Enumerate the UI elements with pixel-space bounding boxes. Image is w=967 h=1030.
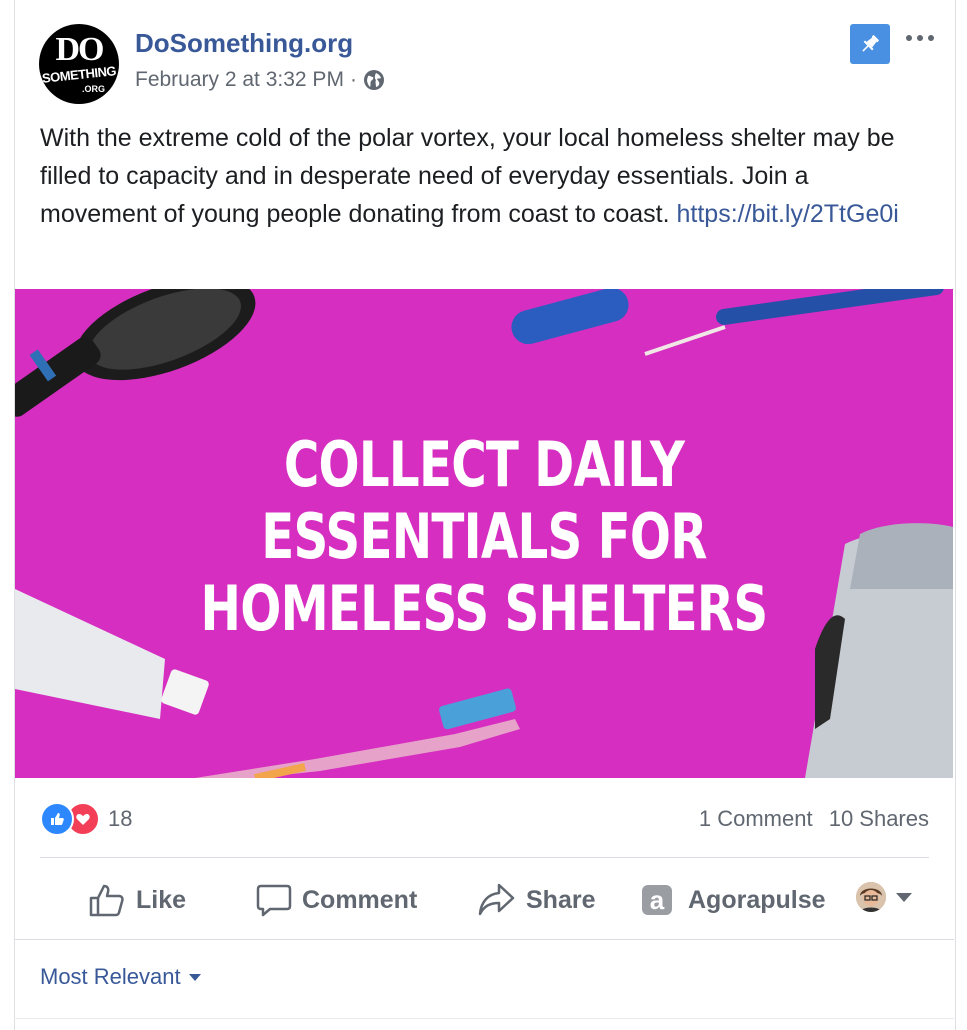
thumbs-up-icon (89, 884, 124, 917)
share-button[interactable]: Share (478, 865, 595, 935)
avatar (856, 882, 886, 912)
post-meta: February 2 at 3:32 PM · (135, 68, 385, 92)
engagement-counts: 1 Comment 10 Shares (689, 806, 929, 832)
agorapulse-icon: a (642, 885, 672, 915)
comments-count-link[interactable]: 1 Comment (699, 806, 813, 831)
avatar-logo-org: .ORG (81, 84, 105, 94)
reactions-summary[interactable]: 18 (40, 802, 132, 836)
globe-icon[interactable] (363, 69, 385, 91)
comment-sort-label: Most Relevant (40, 964, 181, 989)
caret-down-icon (188, 973, 201, 981)
page-avatar[interactable]: DO SOMETHING .ORG (39, 24, 119, 104)
headline-line-2: ESSENTIALS FOR (261, 500, 707, 573)
like-label: Like (136, 885, 187, 914)
more-options-button[interactable] (902, 28, 938, 48)
post-as-selector[interactable] (856, 882, 912, 912)
pin-post-button[interactable] (850, 24, 890, 64)
comment-sort-dropdown[interactable]: Most Relevant (40, 964, 201, 990)
avatar-logo-do: DO (55, 31, 105, 68)
comment-button[interactable]: Comment (256, 865, 417, 935)
like-icon (40, 802, 74, 836)
reaction-count: 18 (108, 806, 133, 831)
post-body: With the extreme cold of the polar vorte… (40, 119, 930, 233)
comment-bubble-icon (256, 884, 292, 917)
more-dots-icon (906, 35, 912, 41)
like-button[interactable]: Like (88, 865, 186, 935)
share-arrow-icon (478, 883, 515, 916)
divider (14, 1018, 954, 1019)
comment-label: Comment (302, 885, 418, 914)
chevron-down-icon (896, 892, 912, 902)
meta-separator: · (349, 68, 357, 91)
agorapulse-button[interactable]: a Agorapulse (642, 865, 826, 935)
image-headline: COLLECT DAILY ESSENTIALS FOR HOMELESS SH… (118, 429, 850, 645)
headline-line-3: HOMELESS SHELTERS (200, 572, 769, 645)
post-link[interactable]: https://bit.ly/2TtGe0i (677, 200, 899, 228)
divider (40, 857, 929, 858)
hairbrush-illustration (15, 289, 256, 417)
toothbrush-illustration (195, 688, 520, 778)
tampon-illustration (511, 289, 944, 356)
pushpin-icon (862, 35, 879, 52)
headline-line-1: COLLECT DAILY (283, 428, 685, 501)
share-label: Share (526, 885, 596, 914)
shares-count-link[interactable]: 10 Shares (829, 806, 929, 831)
post-actions-bar: Like Comment Share a Agorapulse (40, 865, 929, 935)
post-timestamp[interactable]: February 2 at 3:32 PM (135, 68, 344, 92)
divider (14, 939, 954, 940)
post-image[interactable]: COLLECT DAILY ESSENTIALS FOR HOMELESS SH… (15, 289, 953, 778)
page-name-link[interactable]: DoSomething.org (135, 28, 353, 59)
agorapulse-label: Agorapulse (688, 885, 826, 914)
